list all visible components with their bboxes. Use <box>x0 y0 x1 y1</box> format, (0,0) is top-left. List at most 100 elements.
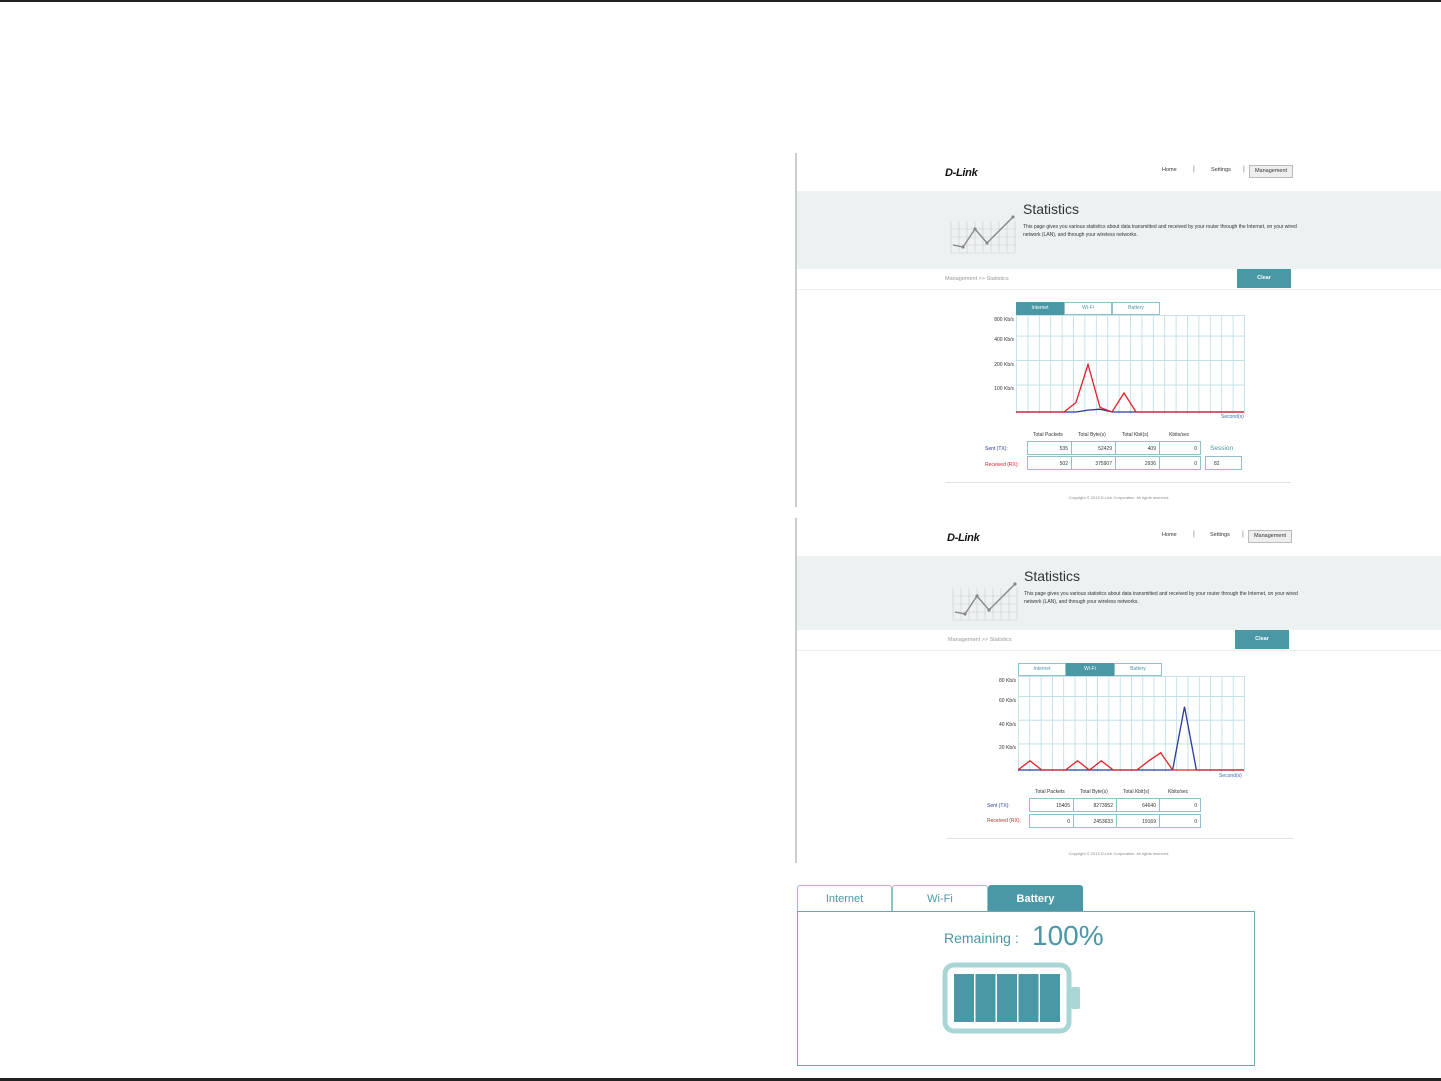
header: D-Link Home | Settings | Management <box>797 153 1441 192</box>
header: D-Link Home | Settings | Management <box>797 518 1441 557</box>
session-label: Session <box>1210 445 1234 452</box>
grid <box>1018 676 1245 772</box>
battery-panel-screenshot: Internet Wi-Fi Battery Remaining : 100% <box>797 885 1257 1067</box>
sent-packets: 15405 <box>1029 798 1074 812</box>
breadcrumb-bar: Management >> Statistics Clear <box>797 269 1441 290</box>
col-header: Total Byte(s) <box>1078 432 1106 438</box>
sent-kbits: 409 <box>1115 441 1160 455</box>
page-description: This page gives you various statistics a… <box>1023 224 1297 238</box>
statistics-screen-wifi: D-Link Home | Settings | Management Stat… <box>797 518 1441 863</box>
col-header: Total Packets <box>1033 432 1063 438</box>
page-title: Statistics <box>1024 568 1081 584</box>
nav-settings[interactable]: Settings <box>1210 532 1230 538</box>
col-header: Kbits/sec <box>1168 789 1189 795</box>
rx-series-line <box>1016 362 1244 413</box>
nav-separator: | <box>1193 531 1195 538</box>
statistics-screen-internet: D-Link Home | Settings | Management Stat… <box>797 153 1441 507</box>
battery-icon <box>942 962 1080 1034</box>
received-label: Received (RX): <box>987 818 1021 824</box>
footer-divider <box>945 482 1291 483</box>
x-axis-label: Second(s) <box>1221 414 1244 420</box>
battery-cell <box>975 974 996 1022</box>
sent-label: Sent (TX): <box>985 446 1008 452</box>
clear-button[interactable]: Clear <box>1237 269 1291 288</box>
col-header: Total Byte(s) <box>1080 789 1108 795</box>
received-kbits: 19169 <box>1116 814 1160 828</box>
y-tick-label: 100 Kb/s <box>994 386 1014 392</box>
received-kbits-sec: 0 <box>1159 456 1201 470</box>
tx-series-line <box>1018 706 1244 771</box>
nav-home[interactable]: Home <box>1162 532 1177 538</box>
received-label: Received (RX): <box>985 462 1019 468</box>
nav-settings[interactable]: Settings <box>1211 167 1231 173</box>
sent-bytes: 52429 <box>1071 441 1116 455</box>
footer-divider <box>947 838 1293 839</box>
sent-kbits-sec: 0 <box>1159 798 1201 812</box>
breadcrumb: Management >> Statistics <box>948 637 1012 643</box>
page-banner: Statistics This page gives you various s… <box>797 191 1441 269</box>
received-kbits-sec: 0 <box>1159 814 1201 828</box>
col-header: Total Kbit(s) <box>1123 789 1150 795</box>
copyright: Copyright © 2013 D-Link Corporation. All… <box>1068 495 1170 500</box>
remaining-value: 100% <box>1032 920 1104 951</box>
battery-panel: Remaining : 100% <box>797 911 1255 1066</box>
statistics-graph-icon <box>952 582 1018 621</box>
tab-internet[interactable]: Internet <box>1016 302 1064 315</box>
breadcrumb: Management >> Statistics <box>945 276 1009 282</box>
sent-label: Sent (TX): <box>987 803 1010 809</box>
received-bytes: 375907 <box>1071 456 1116 470</box>
col-header: Kbits/sec <box>1169 432 1190 438</box>
page-description: This page gives you various statistics a… <box>1024 591 1298 605</box>
sent-packets: 535 <box>1027 441 1072 455</box>
dlink-logo: D-Link <box>947 532 980 544</box>
received-kbits: 2936 <box>1115 456 1160 470</box>
y-tick-label: 60 Kb/s <box>999 698 1016 704</box>
tab-wifi[interactable]: Wi-Fi <box>1064 302 1112 315</box>
nav-management[interactable]: Management <box>1248 530 1292 543</box>
clear-button[interactable]: Clear <box>1235 630 1289 649</box>
dlink-logo: D-Link <box>945 167 978 179</box>
y-tick-label: 40 Kb/s <box>999 722 1016 728</box>
nav-separator: | <box>1193 166 1195 173</box>
tab-wifi[interactable]: Wi-Fi <box>892 885 988 911</box>
y-tick-label: 800 Kb/s <box>994 317 1014 323</box>
nav-management[interactable]: Management <box>1249 165 1293 178</box>
page-title: Statistics <box>1023 201 1080 217</box>
tab-battery[interactable]: Battery <box>1114 663 1162 676</box>
tab-battery[interactable]: Battery <box>988 885 1083 911</box>
sent-bytes: 8273952 <box>1073 798 1117 812</box>
grid <box>1016 315 1245 414</box>
x-axis-label: Second(s) <box>1219 773 1242 779</box>
session-value: 82 <box>1205 456 1242 470</box>
remaining-label: Remaining : <box>944 930 1019 946</box>
y-tick-label: 400 Kb/s <box>994 337 1014 343</box>
tab-internet[interactable]: Internet <box>797 885 892 911</box>
received-packets: 502 <box>1027 456 1072 470</box>
battery-terminal <box>1071 987 1080 1009</box>
sent-kbits-sec: 0 <box>1159 441 1201 455</box>
tab-battery[interactable]: Battery <box>1112 302 1160 315</box>
wifi-traffic-chart <box>1018 676 1245 772</box>
rx-series-line <box>1018 751 1244 771</box>
statistics-graph-icon <box>950 215 1016 254</box>
received-packets: 0 <box>1029 814 1074 828</box>
internet-traffic-chart <box>1016 315 1245 414</box>
y-tick-label: 80 Kb/s <box>999 678 1016 684</box>
nav-separator: | <box>1242 531 1244 538</box>
received-bytes: 2453633 <box>1073 814 1117 828</box>
y-tick-label: 200 Kb/s <box>994 362 1014 368</box>
battery-cell <box>997 974 1017 1022</box>
top-rule <box>0 0 1441 2</box>
nav-separator: | <box>1243 166 1245 173</box>
nav-home[interactable]: Home <box>1162 167 1177 173</box>
tab-wifi[interactable]: Wi-Fi <box>1066 663 1114 676</box>
y-tick-label: 20 Kb/s <box>999 745 1016 751</box>
copyright: Copyright © 2013 D-Link Corporation. All… <box>1068 851 1170 856</box>
col-header: Total Kbit(s) <box>1122 432 1149 438</box>
battery-cell <box>954 974 974 1022</box>
tab-internet[interactable]: Internet <box>1018 663 1066 676</box>
battery-cell <box>1018 974 1039 1022</box>
battery-cell <box>1040 974 1060 1022</box>
col-header: Total Packets <box>1035 789 1065 795</box>
breadcrumb-bar: Management >> Statistics Clear <box>797 630 1441 651</box>
